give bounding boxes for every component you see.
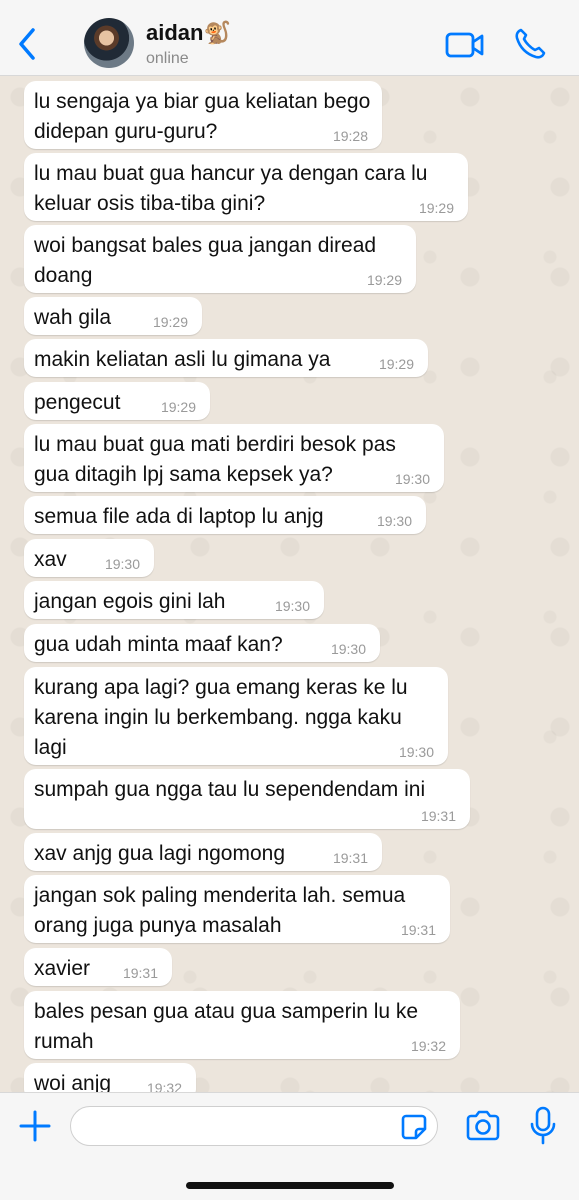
message-bubble[interactable]: lu mau buat gua mati berdiri besok pas g…: [24, 424, 444, 492]
message-bubble[interactable]: xav anjg gua lagi ngomong 19:31: [24, 833, 382, 871]
message-time: 19:30: [398, 744, 434, 760]
message-bubble[interactable]: jangan egois gini lah 19:30: [24, 581, 324, 619]
message-time: 19:31: [420, 808, 456, 824]
message-time: 19:32: [410, 1038, 446, 1054]
message-bubble[interactable]: xavier 19:31: [24, 948, 172, 986]
plus-icon: [19, 1110, 51, 1142]
home-indicator: [186, 1182, 394, 1189]
video-camera-icon: [445, 32, 484, 58]
message-text: jangan egois gini lah: [34, 590, 226, 613]
contact-name-text: aidan: [146, 20, 204, 45]
sticker-button[interactable]: [400, 1113, 428, 1141]
message-bubble[interactable]: woi anjg 19:32: [24, 1063, 196, 1092]
message-time: 19:30: [394, 471, 430, 487]
contact-name[interactable]: aidan🐒: [146, 20, 231, 46]
message-time: 19:31: [332, 850, 368, 866]
message-text: sumpah gua ngga tau lu sependendam ini: [34, 778, 426, 801]
message-bubble[interactable]: wah gila 19:29: [24, 297, 202, 335]
message-time: 19:29: [418, 200, 454, 216]
message-time: 19:29: [152, 314, 188, 330]
message-text: woi bangsat bales gua jangan diread doan…: [34, 234, 377, 287]
camera-icon: [466, 1110, 500, 1141]
message-bubble[interactable]: kurang apa lagi? gua emang keras ke lu k…: [24, 667, 448, 765]
message-time: 19:31: [122, 965, 158, 981]
message-text: jangan sok paling menderita lah. semua o…: [34, 884, 406, 937]
message-time: 19:31: [400, 922, 436, 938]
voice-call-button[interactable]: [512, 26, 548, 62]
message-time: 19:30: [104, 556, 140, 572]
message-time: 19:30: [376, 513, 412, 529]
message-text: semua file ada di laptop lu anjg: [34, 505, 324, 528]
message-bubble[interactable]: woi bangsat bales gua jangan diread doan…: [24, 225, 416, 293]
message-time: 19:29: [378, 356, 414, 372]
phone-icon: [515, 28, 546, 59]
message-text: lu sengaja ya biar gua keliatan bego did…: [34, 90, 371, 143]
message-bubble[interactable]: semua file ada di laptop lu anjg 19:30: [24, 496, 426, 534]
sticker-icon: [401, 1114, 427, 1140]
chevron-left-icon: [19, 28, 35, 60]
message-time: 19:32: [146, 1080, 182, 1092]
message-time: 19:30: [274, 598, 310, 614]
message-input[interactable]: [70, 1106, 438, 1146]
message-bubble[interactable]: pengecut 19:29: [24, 382, 210, 420]
message-bubble[interactable]: xav 19:30: [24, 539, 154, 577]
message-text: kurang apa lagi? gua emang keras ke lu k…: [34, 676, 408, 759]
message-time: 19:30: [330, 641, 366, 657]
message-text: gua udah minta maaf kan?: [34, 633, 283, 656]
message-bubble[interactable]: lu mau buat gua hancur ya dengan cara lu…: [24, 153, 468, 221]
message-text: xav anjg gua lagi ngomong: [34, 842, 286, 865]
message-bubble[interactable]: sumpah gua ngga tau lu sependendam ini 1…: [24, 769, 470, 829]
message-time: 19:29: [160, 399, 196, 415]
message-bubble[interactable]: jangan sok paling menderita lah. semua o…: [24, 875, 450, 943]
attach-button[interactable]: [16, 1107, 54, 1145]
chat-header: aidan🐒 online: [0, 0, 579, 76]
message-time: 19:29: [366, 272, 402, 288]
message-bubble[interactable]: gua udah minta maaf kan? 19:30: [24, 624, 380, 662]
microphone-button[interactable]: [528, 1105, 558, 1147]
camera-button[interactable]: [464, 1109, 502, 1143]
contact-status: online: [146, 50, 189, 67]
message-bubble[interactable]: lu sengaja ya biar gua keliatan bego did…: [24, 81, 382, 149]
message-list[interactable]: lu sengaja ya biar gua keliatan bego did…: [0, 77, 579, 1092]
message-text: bales pesan gua atau gua samperin lu ke …: [34, 1000, 419, 1053]
video-call-button[interactable]: [444, 28, 486, 62]
avatar[interactable]: [84, 18, 134, 68]
back-button[interactable]: [10, 24, 44, 64]
message-text: lu mau buat gua hancur ya dengan cara lu…: [34, 162, 428, 215]
message-text: makin keliatan asli lu gimana ya: [34, 348, 331, 371]
monkey-emoji: 🐒: [203, 20, 231, 45]
message-text: lu mau buat gua mati berdiri besok pas g…: [34, 433, 396, 486]
microphone-icon: [530, 1106, 556, 1145]
message-bubble[interactable]: bales pesan gua atau gua samperin lu ke …: [24, 991, 460, 1059]
message-bubble[interactable]: makin keliatan asli lu gimana ya 19:29: [24, 339, 428, 377]
message-time: 19:28: [332, 128, 368, 144]
